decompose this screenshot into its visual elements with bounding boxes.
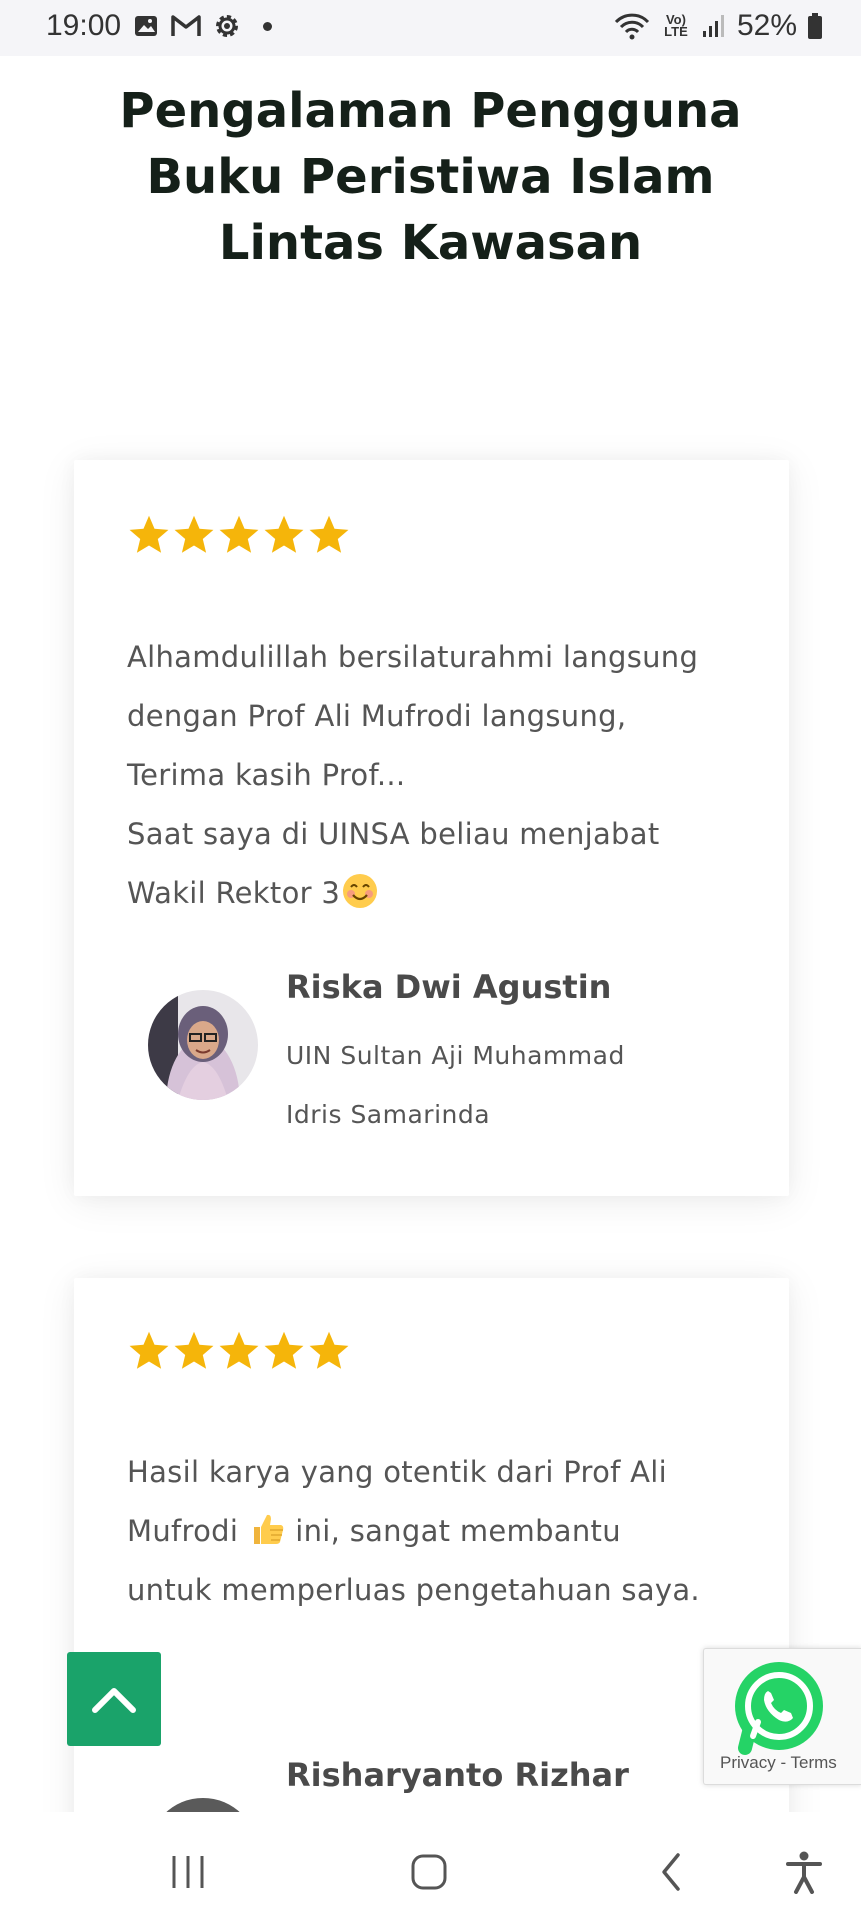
star-icon [219,515,259,553]
testimonial-line: untuk memperluas pengetahuan saya. [127,1573,700,1607]
testimonial-line: Saat saya di UINSA beliau menjabat [127,817,660,851]
star-icon [129,1331,169,1369]
thumbs-up-emoji-icon [253,1514,283,1544]
battery-percent: 52% [736,9,797,42]
testimonial-line: Hasil karya yang otentik dari Prof Ali [127,1455,668,1489]
home-icon [411,1854,447,1890]
star-rating [127,513,351,557]
notification-dot-icon [263,21,273,31]
accessibility-button[interactable] [774,1842,834,1902]
star-icon [174,515,214,553]
testimonial-line: Wakil Rektor 3 [127,876,341,910]
star-icon [309,515,349,553]
testimonial-line-last: Wakil Rektor 3 [127,864,747,923]
avatar [148,990,258,1100]
page-title: Pengalaman Pengguna Buku Peristiwa Islam… [0,78,861,276]
page-title-line: Lintas Kawasan [218,215,643,271]
reviewer-affiliation-line: UIN Sultan Aji Muhammad [286,1041,625,1070]
smiling-face-emoji-icon [343,874,378,908]
testimonial-line-emoji: Mufrodi ini, sangat membantu [127,1502,747,1561]
whatsapp-icon [735,1662,823,1755]
testimonial-line: Alhamdulillah bersilaturahmi langsung [127,640,699,674]
scroll-to-top-button[interactable] [67,1652,161,1746]
testimonial-text: Alhamdulillah bersilaturahmi langsung de… [127,628,747,923]
star-icon [129,515,169,553]
star-icon [219,1331,259,1369]
page-title-line: Pengalaman Pengguna [119,83,742,139]
status-right: Vo) LTE 52% [613,9,823,43]
screen: 19:00 Vo) LTE 52% Pengalaman Pengguna Bu… [0,0,861,1920]
back-button[interactable] [641,1842,701,1902]
star-icon [264,1331,304,1369]
page-title-line: Buku Peristiwa Islam [146,149,715,205]
gmail-icon [171,14,201,38]
star-icon [264,515,304,553]
testimonial-line: ini, sangat membantu [285,1514,621,1548]
recent-apps-icon [172,1856,204,1888]
volte-icon: Vo) LTE [661,12,691,39]
home-button[interactable] [399,1842,459,1902]
navigation-bar [0,1812,861,1920]
volte-label: Vo) LTE [664,12,688,39]
chevron-up-icon [92,1688,136,1713]
reviewer-affiliation: UIN Sultan Aji Muhammad Idris Samarinda [286,1026,686,1144]
testimonial-line: dengan Prof Ali Mufrodi langsung, [127,699,627,733]
signal-icon [701,13,727,39]
gallery-icon [133,13,159,39]
testimonial-line: Mufrodi [127,1514,239,1548]
reviewer-name: Riska Dwi Agustin [286,968,612,1006]
star-icon [174,1331,214,1369]
reviewer-name: Risharyanto Rizhar [286,1756,629,1794]
testimonial-text: Hasil karya yang otentik dari Prof Ali M… [127,1443,747,1620]
star-icon [309,1331,349,1369]
recent-apps-button[interactable] [158,1842,218,1902]
reviewer-affiliation-line: Idris Samarinda [286,1100,491,1129]
testimonial-line: Terima kasih Prof... [127,758,406,792]
status-time: 19:00 [46,9,122,42]
star-rating [127,1329,351,1373]
testimonial-card: Alhamdulillah bersilaturahmi langsung de… [74,460,789,1196]
status-bar: 19:00 Vo) LTE 52% [0,0,861,56]
back-icon [662,1853,680,1891]
settings-gear-icon [213,12,241,40]
accessibility-icon [786,1851,822,1894]
whatsapp-button[interactable] [731,1660,827,1756]
status-left: 19:00 [46,9,273,43]
wifi-icon [613,11,651,41]
battery-icon [807,12,823,40]
